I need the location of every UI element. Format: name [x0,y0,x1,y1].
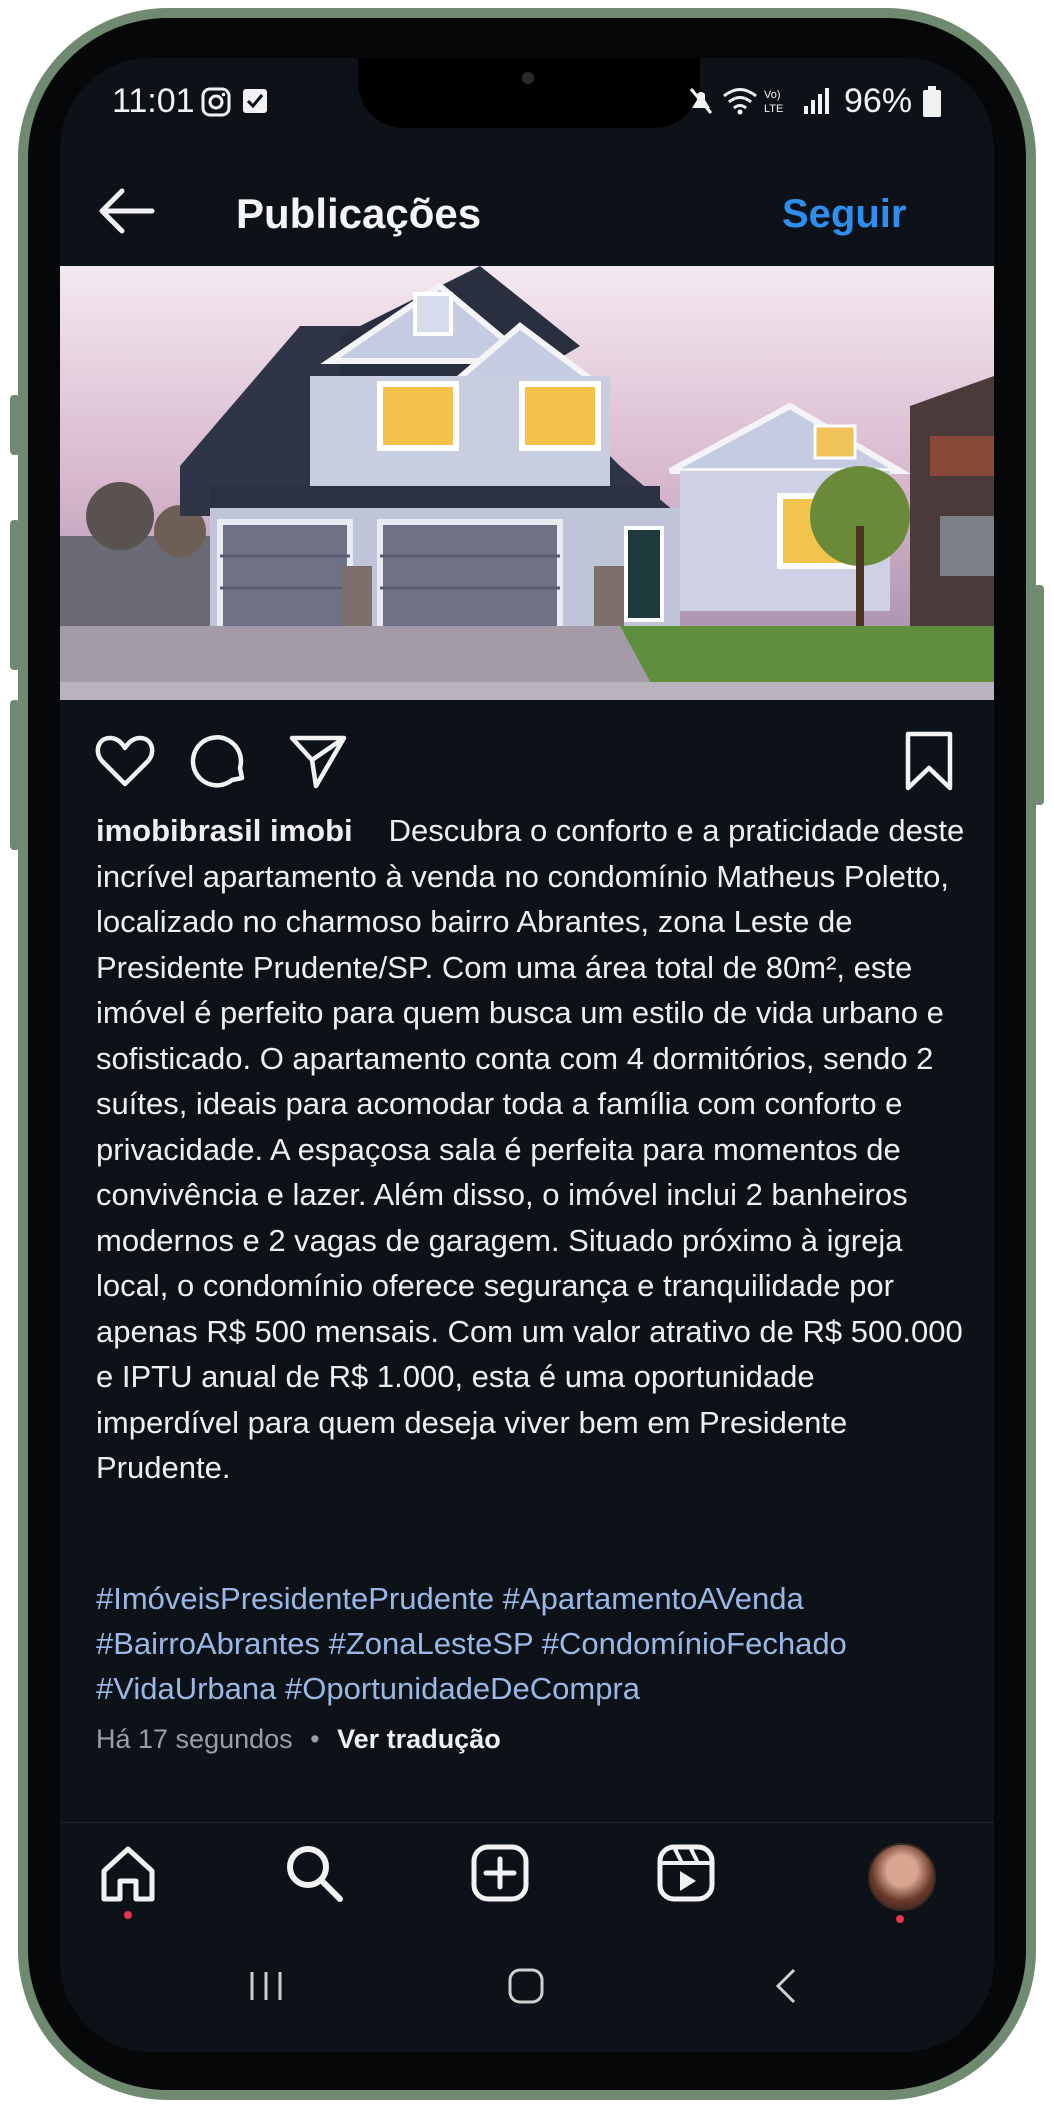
wifi-icon [723,88,757,115]
see-translation-link[interactable]: Ver tradução [337,1724,501,1754]
post-username[interactable]: imobibrasil imobi [96,813,353,848]
home-icon[interactable] [96,1841,160,1905]
post-meta: Há 17 segundos • Ver tradução [96,1724,501,1755]
caption-text: Descubra o conforto e a praticidade dest… [96,813,965,1485]
back-arrow-icon[interactable] [96,186,156,236]
house-photo [60,266,994,700]
create-post-icon[interactable] [468,1841,532,1905]
phone-side-button [10,395,20,455]
recent-apps-icon[interactable] [246,1966,286,2006]
heart-icon[interactable] [94,730,156,792]
phone-side-button [1034,585,1044,805]
volte-icon: Vo) LTE [764,89,783,115]
status-time: 11:01 [112,82,195,120]
bookmark-icon[interactable] [898,730,960,792]
battery-icon [923,86,941,117]
signal-icon [804,88,829,114]
phone-screen: 11:01 Vo) LTE 96% Publicações Seguir imo… [60,58,994,2052]
follow-button[interactable]: Seguir [782,192,906,237]
profile-notification-dot [896,1915,904,1923]
reels-icon[interactable] [654,1841,718,1905]
system-navigation-bar [60,1942,994,2052]
phone-side-button [10,700,20,850]
bottom-navigation [60,1822,994,1943]
post-caption: imobibrasil imobi Descubra o conforto e a… [96,808,966,1491]
status-bar: 11:01 Vo) LTE 96% [60,58,994,158]
top-app-bar: Publicações Seguir [60,168,994,268]
post-hashtags[interactable]: #ImóveisPresidentePrudente #ApartamentoA… [96,1576,976,1711]
page-title: Publicações [236,190,482,237]
home-button-icon[interactable] [506,1966,546,2006]
home-notification-dot [124,1911,132,1919]
share-icon[interactable] [286,730,348,792]
post-image[interactable] [60,266,994,700]
mute-icon [689,88,713,114]
svg-text:LTE: LTE [764,103,783,115]
profile-avatar[interactable] [868,1843,936,1911]
meta-separator: • [310,1724,320,1754]
check-box-icon [243,89,267,113]
post-actions [60,714,994,814]
system-back-icon[interactable] [766,1966,806,2006]
comment-icon[interactable] [188,730,250,792]
post-time-ago: Há 17 segundos [96,1724,293,1754]
svg-text:Vo): Vo) [764,89,781,101]
instagram-icon [201,87,231,117]
search-icon[interactable] [282,1841,346,1905]
battery-percent: 96% [844,82,913,120]
phone-side-button [10,520,20,670]
